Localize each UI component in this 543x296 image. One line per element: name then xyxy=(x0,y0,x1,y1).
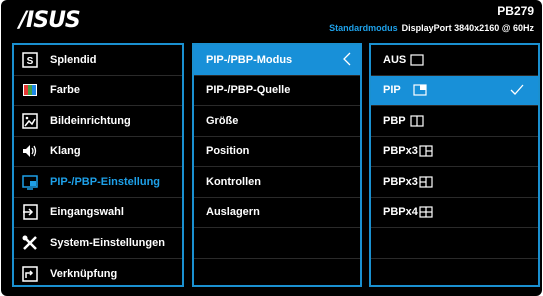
pbpx4-icon xyxy=(419,206,433,218)
checkmark-icon xyxy=(510,83,524,100)
main-menu-item-farbe[interactable]: Farbe xyxy=(14,76,182,106)
main-menu-panel: S Splendid Farbe Bildeinrichtung Klang P… xyxy=(12,43,184,287)
main-menu-label: System-Einstellungen xyxy=(50,236,165,249)
options-empty-row xyxy=(371,259,538,290)
submenu-item-pip-pbp-modus[interactable]: PIP-/PBP-Modus xyxy=(194,45,360,76)
shortcut-icon xyxy=(22,266,38,282)
submenu-empty-row xyxy=(194,228,360,259)
speaker-icon xyxy=(22,143,38,159)
option-pbpx4[interactable]: PBPx4 xyxy=(371,198,538,228)
option-pbp[interactable]: PBP xyxy=(371,106,538,137)
option-label: PIP xyxy=(383,84,401,97)
main-menu-label: Klang xyxy=(50,145,81,158)
option-label: PBPx3 xyxy=(383,145,418,158)
input-icon xyxy=(22,204,38,220)
image-icon xyxy=(22,113,38,129)
status-line: Standardmodus DisplayPort 3840x2160 @ 60H… xyxy=(329,23,534,33)
pip-icon xyxy=(22,174,38,190)
tools-icon xyxy=(22,235,38,251)
osd-menu: /ISUS PB279 Standardmodus DisplayPort 384… xyxy=(1,0,542,296)
submenu-label: PIP-/PBP-Modus xyxy=(206,53,293,66)
splendid-icon: S xyxy=(22,52,38,68)
main-menu-item-bildeinrichtung[interactable]: Bildeinrichtung xyxy=(14,106,182,137)
main-menu-label: Farbe xyxy=(50,84,80,97)
submenu-item-position[interactable]: Position xyxy=(194,137,360,167)
main-menu-item-klang[interactable]: Klang xyxy=(14,137,182,167)
pip-window-icon xyxy=(413,84,427,96)
main-menu-item-eingangswahl[interactable]: Eingangswahl xyxy=(14,198,182,228)
submenu-item-auslagern[interactable]: Auslagern xyxy=(194,198,360,228)
asus-logo: /ISUS xyxy=(19,8,81,33)
main-menu-label: Splendid xyxy=(50,53,97,66)
submenu-label: Position xyxy=(206,145,250,158)
main-menu-item-pip-pbp[interactable]: PIP-/PBP-Einstellung xyxy=(14,167,182,198)
pbp-icon xyxy=(410,115,424,127)
submenu-item-quelle[interactable]: PIP-/PBP-Quelle xyxy=(194,76,360,106)
options-empty-row xyxy=(371,228,538,259)
main-menu-label: PIP-/PBP-Einstellung xyxy=(50,175,161,188)
main-menu-item-splendid[interactable]: S Splendid xyxy=(14,45,182,76)
submenu-label: Auslagern xyxy=(206,206,260,219)
option-pbpx3-b[interactable]: PBPx3 xyxy=(371,167,538,198)
option-aus[interactable]: AUS xyxy=(371,45,538,76)
main-menu-item-verknuepfung[interactable]: Verknüpfung xyxy=(14,259,182,290)
submenu-panel: PIP-/PBP-Modus PIP-/PBP-Quelle Größe Pos… xyxy=(192,43,362,287)
submenu-item-groesse[interactable]: Größe xyxy=(194,106,360,137)
model-name: PB279 xyxy=(497,4,534,18)
svg-text:S: S xyxy=(27,56,34,67)
pbpx3-icon-b xyxy=(419,176,433,188)
color-icon xyxy=(22,82,38,98)
submenu-label: Kontrollen xyxy=(206,175,261,188)
option-label: AUS xyxy=(383,53,407,66)
off-icon xyxy=(410,54,424,66)
option-label: PBP xyxy=(383,114,406,127)
options-panel: AUS PIP PBP PBPx3 PBPx3 PBPx4 xyxy=(369,43,540,287)
chevron-left-icon xyxy=(342,51,352,70)
option-pip[interactable]: PIP xyxy=(371,75,538,106)
option-label: PBPx4 xyxy=(383,206,418,219)
submenu-empty-row xyxy=(194,259,360,290)
main-menu-label: Bildeinrichtung xyxy=(50,114,131,127)
option-label: PBPx3 xyxy=(383,175,418,188)
main-menu-label: Verknüpfung xyxy=(50,267,118,280)
main-menu-item-system[interactable]: System-Einstellungen xyxy=(14,228,182,259)
main-menu-label: Eingangswahl xyxy=(50,206,124,219)
pbpx3-icon-a xyxy=(419,145,433,157)
submenu-label: PIP-/PBP-Quelle xyxy=(206,84,291,97)
option-pbpx3-a[interactable]: PBPx3 xyxy=(371,137,538,167)
signal-info: DisplayPort 3840x2160 @ 60Hz xyxy=(401,23,534,33)
mode-label: Standardmodus xyxy=(329,23,398,33)
submenu-item-kontrollen[interactable]: Kontrollen xyxy=(194,167,360,198)
submenu-label: Größe xyxy=(206,114,239,127)
